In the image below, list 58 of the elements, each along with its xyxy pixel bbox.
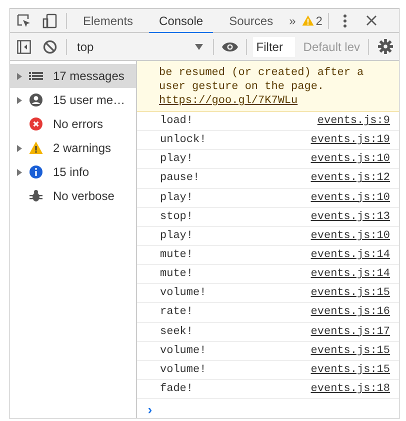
log-message: mute! [160,249,194,262]
panel-tab[interactable]: Sources [219,10,284,34]
source-link[interactable]: events.js:19 [310,134,390,146]
log-message: fade! [160,383,194,396]
source-link[interactable]: events.js:14 [310,268,390,280]
expand-arrow-icon[interactable] [16,96,23,104]
source-link[interactable]: events.js:15 [310,364,390,376]
log-message: rate! [160,306,194,318]
sidebar-item[interactable]: 17 messages [10,64,136,88]
error-icon [29,117,43,131]
source-link[interactable]: events.js:15 [310,344,390,357]
user-icon [29,93,43,107]
list-icon [29,69,43,83]
source-link[interactable]: events.js:10 [310,192,390,204]
sidebar-item[interactable]: 15 info [10,160,136,184]
source-link[interactable]: events.js:10 [310,230,390,242]
source-link[interactable]: events.js:18 [310,383,390,396]
sidebar-item[interactable]: No verbose [10,184,136,208]
log-message: volume! [160,344,206,357]
context-dropdown[interactable]: top [73,36,208,58]
source-link[interactable]: events.js:17 [310,326,390,338]
log-message: mute! [160,268,194,280]
source-link[interactable]: events.js:9 [317,115,390,128]
expand-arrow-icon[interactable] [16,72,23,80]
more-tabs-button[interactable]: » [289,14,296,28]
source-link[interactable]: events.js:13 [310,210,390,223]
info-icon [29,165,43,179]
warning-icon [29,141,43,155]
log-message: stop! [160,210,194,223]
log-message: volume! [160,287,206,300]
log-message: volume! [160,364,206,376]
log-message: unlock! [160,134,206,146]
log-message: seek! [160,326,194,338]
dropdown-caret-icon [195,44,204,50]
warning-count[interactable]: 2 [316,14,322,28]
source-link[interactable]: events.js:15 [310,287,390,300]
log-message: pause! [160,172,200,184]
source-link[interactable]: events.js:16 [310,306,390,318]
console-prompt[interactable]: › [137,399,399,418]
warning-icon [302,15,314,26]
panel-tab[interactable]: Elements [73,10,144,34]
log-message: play! [160,192,194,204]
source-link[interactable]: events.js:10 [310,153,390,166]
expand-arrow-icon[interactable] [16,168,23,176]
bug-icon [29,189,43,203]
sidebar-item[interactable]: 15 user me… [10,88,136,112]
source-link[interactable]: events.js:14 [310,249,390,262]
sidebar-item[interactable]: 2 warnings [10,136,136,160]
log-message: play! [160,230,194,242]
warning-link[interactable]: https://goo.gl/7K7WLu [159,95,298,107]
log-message: load! [160,115,194,128]
log-message: play! [160,153,194,166]
source-link[interactable]: events.js:12 [310,172,390,184]
sidebar-item[interactable]: No errors [10,112,136,136]
filter-field[interactable]: Filter [253,36,296,56]
expand-arrow-icon[interactable] [16,144,23,152]
warning-message: be resumed (or created) after a user gesture on the page. https://goo.gl/7K7WLu [137,61,399,112]
settings-icon[interactable] [375,36,395,56]
